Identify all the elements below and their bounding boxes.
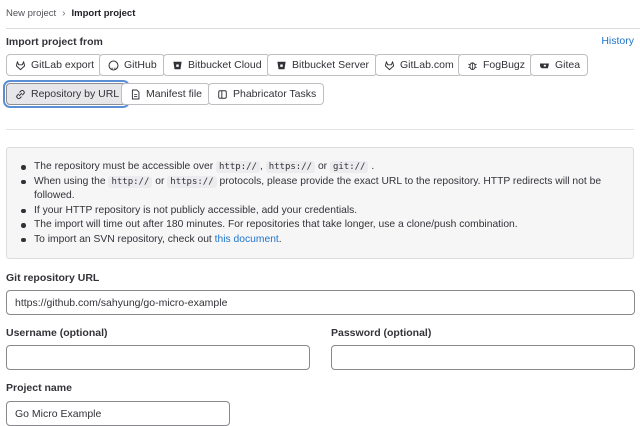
password-label: Password (optional) [331, 327, 432, 339]
breadcrumb-parent[interactable]: New project [6, 8, 56, 19]
import-manifest-file-button[interactable]: Manifest file [121, 83, 211, 105]
button-label: Manifest file [146, 88, 203, 100]
import-section-title: Import project from [6, 36, 103, 48]
username-label: Username (optional) [6, 327, 108, 339]
import-gitea-button[interactable]: Gitea [530, 54, 589, 76]
tanuki-icon [383, 59, 395, 71]
bug-icon [466, 59, 478, 71]
breadcrumb-current: Import project [71, 7, 136, 19]
link-icon [14, 88, 26, 100]
list-item: To import an SVN repository, check out t… [21, 233, 623, 248]
button-label: Phabricator Tasks [233, 88, 317, 100]
protocol-code: http:// [216, 161, 260, 173]
list-item: The import will time out after 180 minut… [21, 218, 623, 233]
button-label: Repository by URL [31, 88, 120, 100]
section-divider [6, 129, 634, 130]
protocol-code: https:// [167, 175, 217, 188]
button-label: Bitbucket Cloud [188, 59, 262, 71]
file-icon [129, 88, 141, 100]
import-bitbucket-cloud-button[interactable]: Bitbucket Cloud [163, 54, 270, 76]
phabricator-icon [216, 88, 228, 100]
protocol-code: https:// [265, 161, 316, 173]
project-name-input[interactable] [6, 401, 230, 426]
bitbucket-icon [171, 59, 183, 71]
button-label: GitHub [124, 59, 157, 71]
github-icon [107, 59, 119, 71]
protocol-code: git:// [329, 161, 369, 173]
header-divider [6, 28, 640, 29]
repo-url-label: Git repository URL [6, 272, 100, 284]
protocol-code: http:// [108, 175, 153, 188]
list-item: The repository must be accessible over h… [21, 160, 623, 175]
button-label: Gitea [555, 59, 581, 71]
import-bitbucket-server-button[interactable]: Bitbucket Server [267, 54, 378, 76]
username-input[interactable] [6, 345, 310, 370]
button-label: GitLab.com [400, 59, 454, 71]
bitbucket-icon [275, 59, 287, 71]
button-label: FogBugz [483, 59, 526, 71]
list-item: When using the http:// or https:// proto… [21, 175, 623, 204]
import-gitlab-export-button[interactable]: GitLab export [6, 54, 103, 76]
project-name-label: Project name [6, 382, 72, 394]
repo-url-input[interactable] [6, 290, 635, 315]
button-label: Bitbucket Server [292, 59, 370, 71]
import-fogbugz-button[interactable]: FogBugz [458, 54, 534, 76]
import-requirements-alert: The repository must be accessible over h… [6, 147, 634, 259]
import-github-button[interactable]: GitHub [99, 54, 165, 76]
import-gitlab-com-button[interactable]: GitLab.com [375, 54, 462, 76]
gitea-icon [538, 59, 550, 71]
import-repository-by-url-button[interactable]: Repository by URL [6, 83, 128, 105]
import-phabricator-tasks-button[interactable]: Phabricator Tasks [208, 83, 325, 105]
history-link[interactable]: History [601, 35, 634, 47]
svn-document-link[interactable]: this document [215, 234, 279, 245]
tanuki-icon [14, 59, 26, 71]
list-item: If your HTTP repository is not publicly … [21, 204, 623, 219]
breadcrumb-separator-icon: › [62, 7, 66, 19]
password-input[interactable] [331, 345, 635, 370]
button-label: GitLab export [31, 59, 95, 71]
requirements-list: The repository must be accessible over h… [21, 160, 623, 248]
breadcrumb: New project › Import project [6, 6, 135, 20]
